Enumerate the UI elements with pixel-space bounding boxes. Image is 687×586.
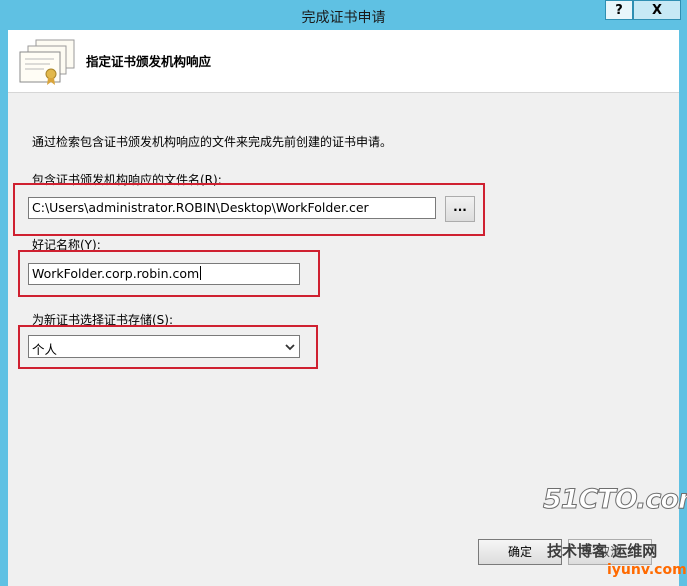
chevron-down-icon xyxy=(285,344,295,351)
watermark: 51CTO.com 技术博客 运维网 iyunv.com xyxy=(537,480,687,586)
title-bar[interactable]: 完成证书申请 ? X xyxy=(0,0,687,30)
certificate-store-label: 为新证书选择证书存储(S): xyxy=(32,313,174,327)
certificate-store-value: 个人 xyxy=(32,342,58,357)
watermark-subtitle: 技术博客 运维网 xyxy=(547,542,658,560)
certificate-store-select[interactable]: 个人 xyxy=(28,335,300,358)
certificate-stack-icon xyxy=(19,39,75,85)
header-title: 指定证书颁发机构响应 xyxy=(86,54,212,69)
help-button[interactable]: ? xyxy=(605,0,633,20)
friendly-name-input[interactable]: WorkFolder.corp.robin.com xyxy=(28,263,300,285)
header-band: 指定证书颁发机构响应 xyxy=(8,30,679,93)
friendly-name-label: 好记名称(Y): xyxy=(32,238,101,252)
watermark-url: iyunv.com xyxy=(607,562,687,578)
file-name-input[interactable]: C:\Users\administrator.ROBIN\Desktop\Wor… xyxy=(28,197,436,219)
watermark-logo: 51CTO.com xyxy=(542,484,687,516)
text-caret xyxy=(200,266,202,280)
dialog-window: 完成证书申请 ? X 指定证书颁发机构响应 通过检索包含证书颁发机构响应的文件来… xyxy=(0,0,687,586)
description-text: 通过检索包含证书颁发机构响应的文件来完成先前创建的证书申请。 xyxy=(32,135,393,149)
friendly-name-value: WorkFolder.corp.robin.com xyxy=(32,266,200,281)
browse-button[interactable]: ... xyxy=(445,196,475,222)
window-title: 完成证书申请 xyxy=(301,10,386,26)
close-button[interactable]: X xyxy=(633,0,681,20)
file-name-label: 包含证书颁发机构响应的文件名(R): xyxy=(32,173,222,187)
